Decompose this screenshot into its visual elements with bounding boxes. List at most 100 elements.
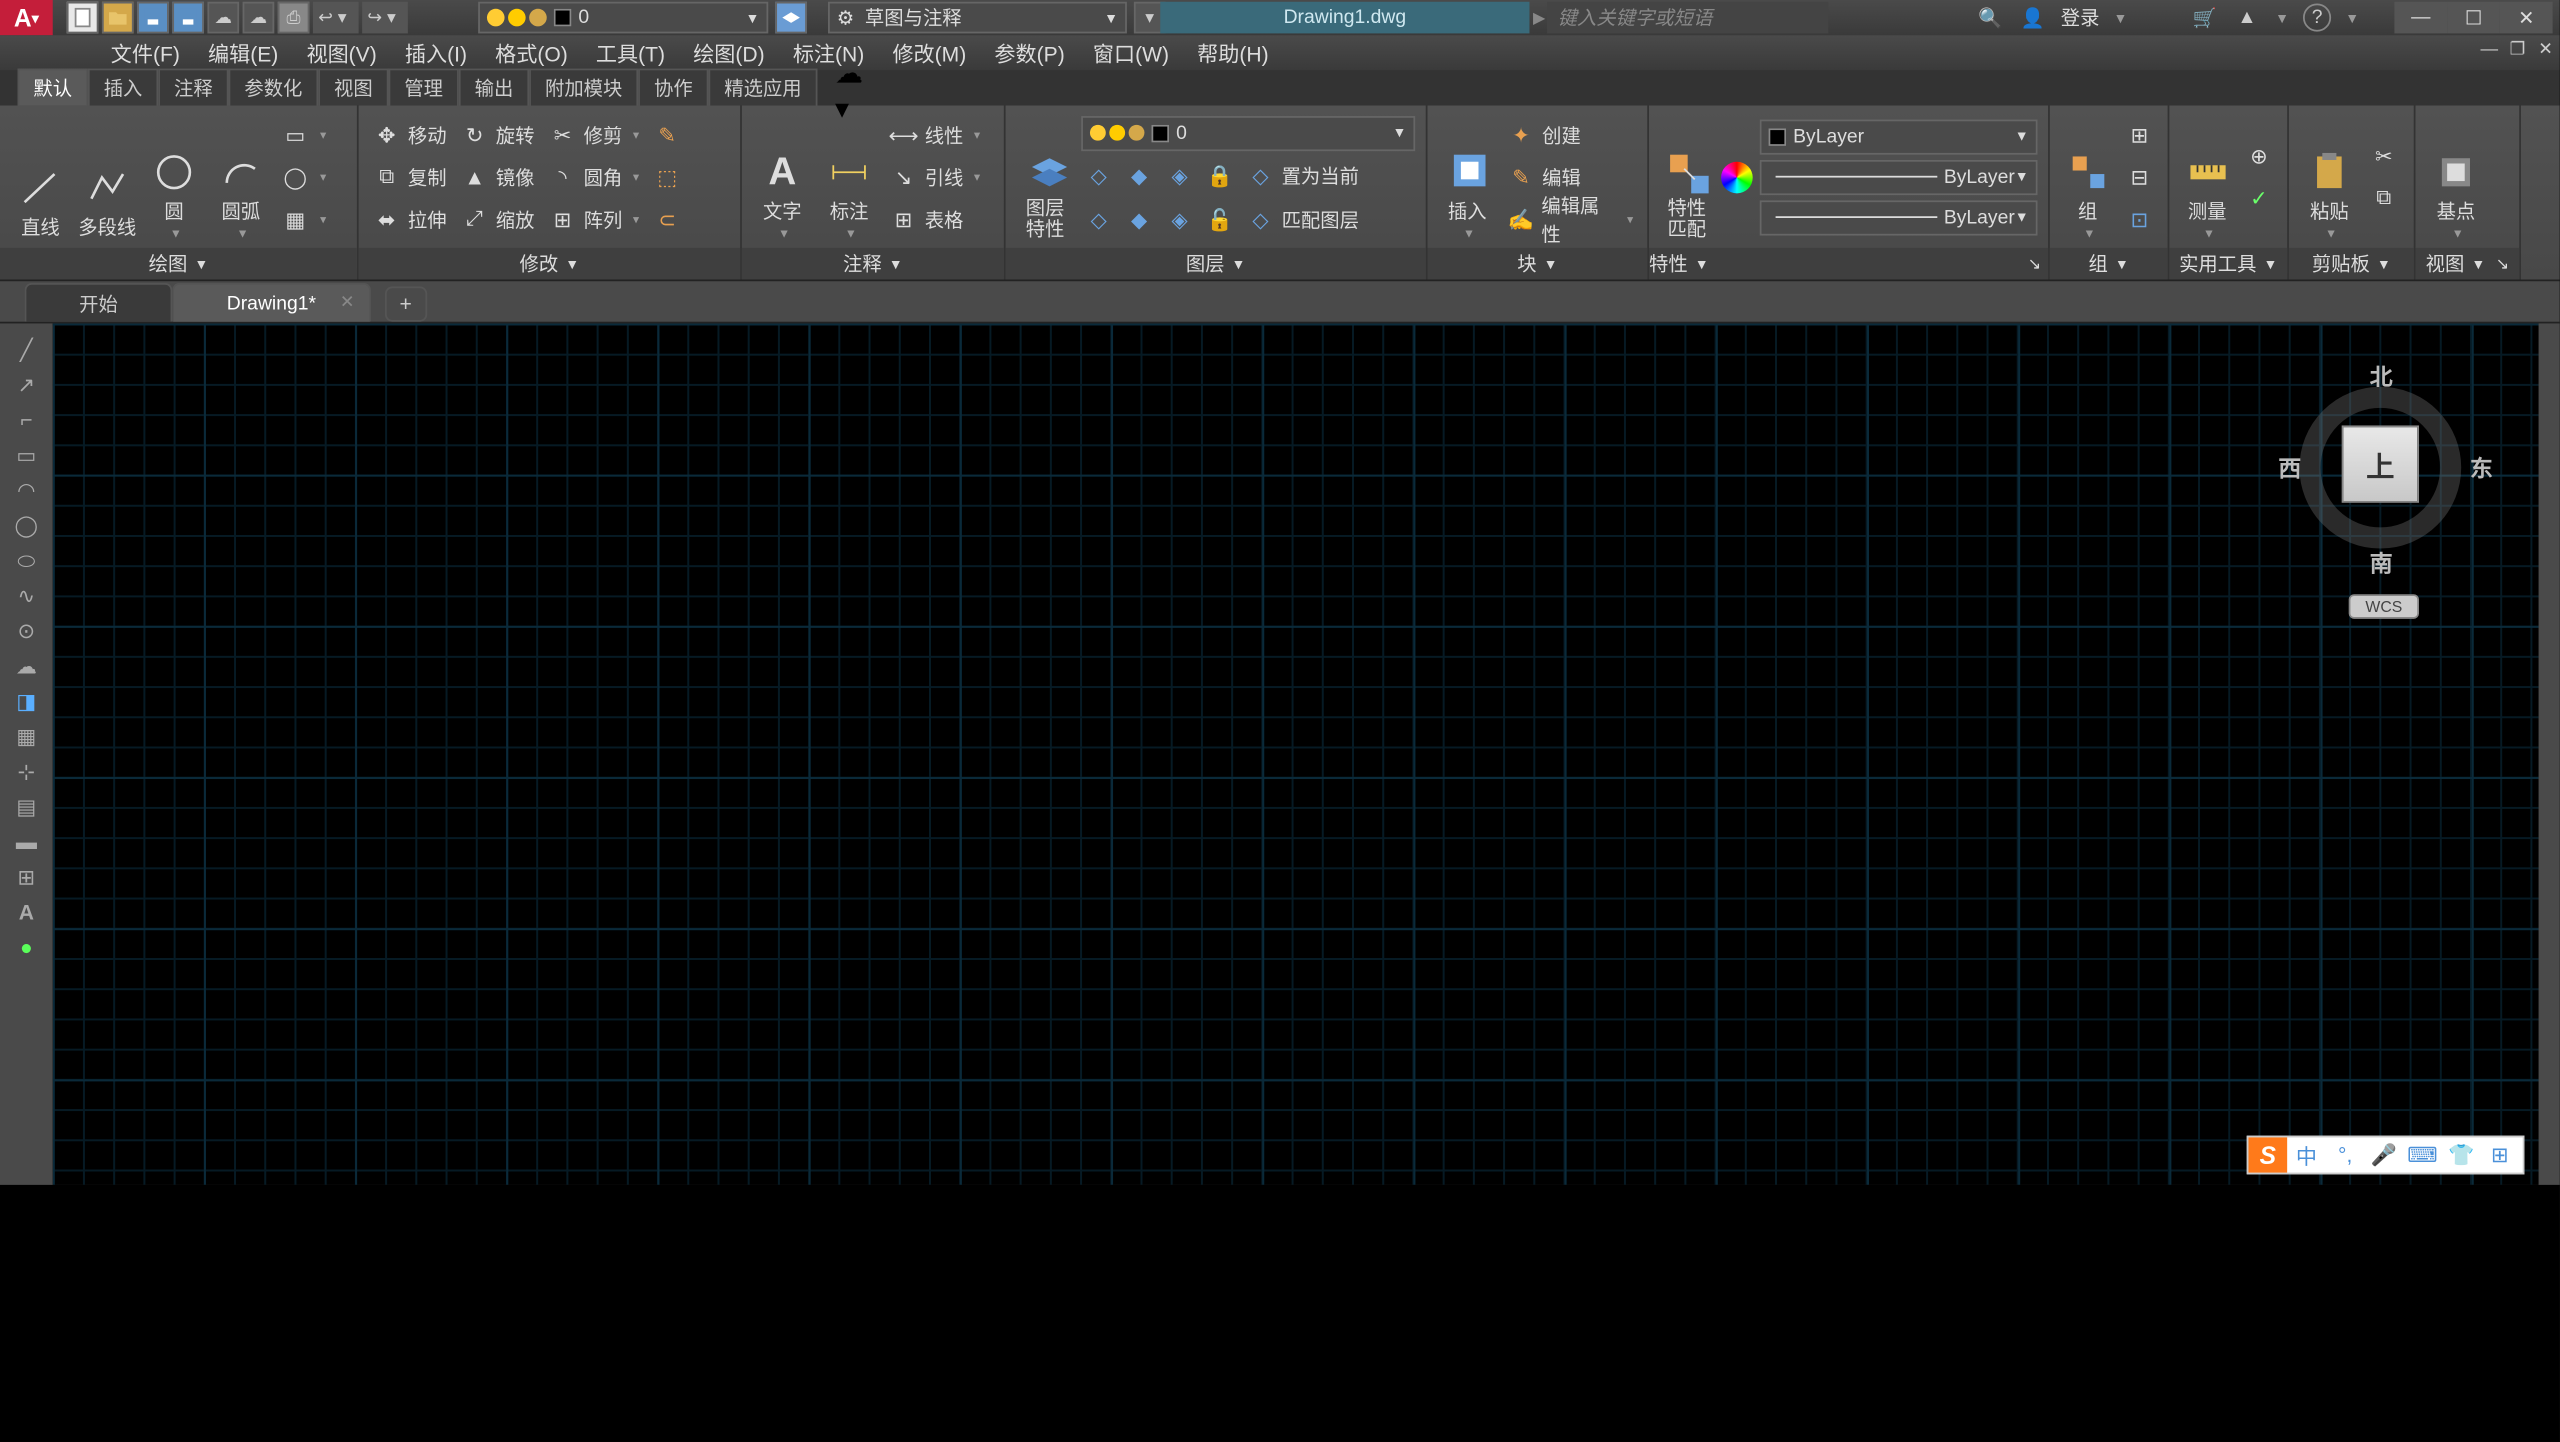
doc-close-button[interactable]: ✕ xyxy=(2532,35,2560,63)
ribbon-tab-more[interactable]: ☁▾ xyxy=(835,77,870,105)
explode-button[interactable]: ⬚ xyxy=(650,157,685,196)
paste-button[interactable]: 粘贴▼ xyxy=(2299,113,2359,241)
lt-ellipse-icon[interactable]: ⬭ xyxy=(11,545,43,577)
lt-hatch-icon[interactable]: ▦ xyxy=(11,721,43,753)
array-button[interactable]: ⊞阵列▾ xyxy=(545,200,643,239)
hatch-button[interactable]: ▦▾ xyxy=(278,200,330,239)
menu-tools[interactable]: 工具(T) xyxy=(582,35,679,70)
ribbon-tab-addins[interactable]: 附加模块 xyxy=(529,69,638,106)
ribbon-tab-collab[interactable]: 协作 xyxy=(638,69,708,106)
undo-button[interactable]: ↩ ▾ xyxy=(313,2,359,34)
circle-button[interactable]: 圆▼ xyxy=(144,113,204,241)
drawing-canvas[interactable]: 上 北 南 西 东 WCS S 中 °, 🎤 ⌨ 👕 ⊞ xyxy=(53,323,2539,1184)
ime-toolbar[interactable]: S 中 °, 🎤 ⌨ 👕 ⊞ xyxy=(2247,1136,2525,1175)
erase-button[interactable]: ✎ xyxy=(650,115,685,154)
group-tool-2[interactable]: ⊟ xyxy=(2122,157,2157,196)
layer-tool-2[interactable]: ◆ xyxy=(1122,156,1157,195)
mirror-button[interactable]: ▲镜像 xyxy=(457,157,538,196)
fillet-button[interactable]: ◝圆角▾ xyxy=(545,157,643,196)
layer-tool-6[interactable]: ◆ xyxy=(1122,200,1157,239)
ime-logo-icon[interactable]: S xyxy=(2248,1137,2287,1172)
cloud-save-button[interactable]: ☁ xyxy=(243,2,275,34)
panel-clip-title[interactable]: 剪贴板▼ xyxy=(2289,248,2414,280)
ribbon-tab-parametric[interactable]: 参数化 xyxy=(229,69,319,106)
text-button[interactable]: A文字▼ xyxy=(752,113,812,241)
line-button[interactable]: 直线 xyxy=(11,113,71,241)
ribbon-layer-dropdown[interactable]: 0 ▼ xyxy=(1081,115,1415,150)
ribbon-tab-view[interactable]: 视图 xyxy=(318,69,388,106)
app-logo-icon[interactable]: A▾ xyxy=(0,0,53,35)
ime-punct-button[interactable]: °, xyxy=(2326,1137,2365,1172)
viewcube[interactable]: 上 北 南 西 东 WCS xyxy=(2275,341,2486,587)
viewcube-top-face[interactable]: 上 xyxy=(2342,425,2419,502)
lt-spline-icon[interactable]: ∿ xyxy=(11,580,43,612)
menu-view[interactable]: 视图(V) xyxy=(292,35,390,70)
layer-tool-8[interactable]: 🔓 xyxy=(1202,200,1237,239)
new-file-button[interactable] xyxy=(67,2,99,34)
lt-region-icon[interactable]: ▬ xyxy=(11,826,43,858)
wcs-badge[interactable]: WCS xyxy=(2349,594,2419,619)
create-block-button[interactable]: ✦创建 xyxy=(1504,115,1637,154)
minimize-button[interactable]: — xyxy=(2394,2,2447,34)
right-scrollbar[interactable] xyxy=(2539,323,2560,1184)
group-button[interactable]: 组▼ xyxy=(2060,113,2114,241)
panel-view-title[interactable]: 视图▼↘ xyxy=(2415,248,2519,280)
edit-attr-button[interactable]: ✍编辑属性▾ xyxy=(1504,200,1637,239)
save-button[interactable] xyxy=(137,2,169,34)
arc-button[interactable]: 圆弧▼ xyxy=(211,113,271,241)
stretch-button[interactable]: ⬌拉伸 xyxy=(369,200,450,239)
panel-block-title[interactable]: 块▼ xyxy=(1427,248,1647,280)
lt-polyline-icon[interactable]: ⌐ xyxy=(11,404,43,436)
base-view-button[interactable]: 基点▼ xyxy=(2426,113,2486,241)
print-button[interactable]: ⎙ xyxy=(278,2,310,34)
workspace-dropdown[interactable]: ⚙ 草图与注释 ▼ xyxy=(828,2,1127,34)
lt-table-icon[interactable]: ⊞ xyxy=(11,861,43,893)
linear-dim-button[interactable]: ⟷线性▾ xyxy=(886,115,984,154)
panel-draw-title[interactable]: 绘图▼ xyxy=(0,248,357,280)
group-tool-1[interactable]: ⊞ xyxy=(2122,115,2157,154)
panel-modify-title[interactable]: 修改▼ xyxy=(359,248,740,280)
login-label[interactable]: 登录 xyxy=(2061,4,2100,32)
copy-button[interactable]: ⧉复制 xyxy=(369,157,450,196)
exchange-button[interactable]: 🛒 xyxy=(2191,4,2219,32)
ribbon-tab-insert[interactable]: 插入 xyxy=(88,69,158,106)
ime-skin-button[interactable]: 👕 xyxy=(2442,1137,2481,1172)
menu-insert[interactable]: 插入(I) xyxy=(391,35,481,70)
lt-line-icon[interactable]: ╱ xyxy=(11,334,43,366)
viewcube-south-label[interactable]: 南 xyxy=(2370,545,2393,578)
tab-drawing1[interactable]: Drawing1*✕ xyxy=(172,283,370,322)
close-button[interactable]: ✕ xyxy=(2500,2,2553,34)
saveas-button[interactable] xyxy=(172,2,204,34)
dimension-button[interactable]: 标注▼ xyxy=(819,113,879,241)
ime-lang-button[interactable]: 中 xyxy=(2287,1137,2326,1172)
insert-block-button[interactable]: 插入▼ xyxy=(1438,113,1496,241)
ime-keyboard-button[interactable]: ⌨ xyxy=(2403,1137,2442,1172)
help-button[interactable]: ? xyxy=(2303,4,2331,32)
qat-layer-dropdown[interactable]: 0 ▼ xyxy=(478,2,768,34)
lt-align-icon[interactable]: ⊹ xyxy=(11,756,43,788)
layer-tool-3[interactable]: ◈ xyxy=(1162,156,1197,195)
lt-add-icon[interactable]: ● xyxy=(11,932,43,964)
infocenter-button[interactable]: 🔍 xyxy=(1976,4,2004,32)
layer-props-qat-button[interactable] xyxy=(775,2,807,34)
lt-text-icon[interactable]: A xyxy=(11,897,43,929)
search-input[interactable]: 键入关键字或短语 xyxy=(1547,2,1828,34)
doc-restore-button[interactable]: ❐ xyxy=(2503,35,2531,63)
table-button[interactable]: ⊞表格 xyxy=(886,200,984,239)
move-button[interactable]: ✥移动 xyxy=(369,115,450,154)
menu-help[interactable]: 帮助(H) xyxy=(1183,35,1283,70)
viewcube-north-label[interactable]: 北 xyxy=(2370,359,2393,392)
new-tab-button[interactable]: + xyxy=(385,287,427,322)
cut-button[interactable]: ✂ xyxy=(2366,136,2401,175)
layer-tool-7[interactable]: ◈ xyxy=(1162,200,1197,239)
layer-tool-1[interactable]: ◇ xyxy=(1081,156,1116,195)
util-tool-1[interactable]: ⊕ xyxy=(2241,136,2276,175)
viewcube-west-label[interactable]: 西 xyxy=(2278,450,2301,483)
layer-properties-button[interactable]: 图层 特性 xyxy=(1016,113,1074,241)
lt-point-icon[interactable]: ⊙ xyxy=(11,615,43,647)
lt-arc-icon[interactable]: ◠ xyxy=(11,475,43,507)
ribbon-tab-featured[interactable]: 精选应用 xyxy=(708,69,817,106)
ellipse-button[interactable]: ◯▾ xyxy=(278,157,330,196)
menu-window[interactable]: 窗口(W) xyxy=(1079,35,1183,70)
open-file-button[interactable] xyxy=(102,2,134,34)
